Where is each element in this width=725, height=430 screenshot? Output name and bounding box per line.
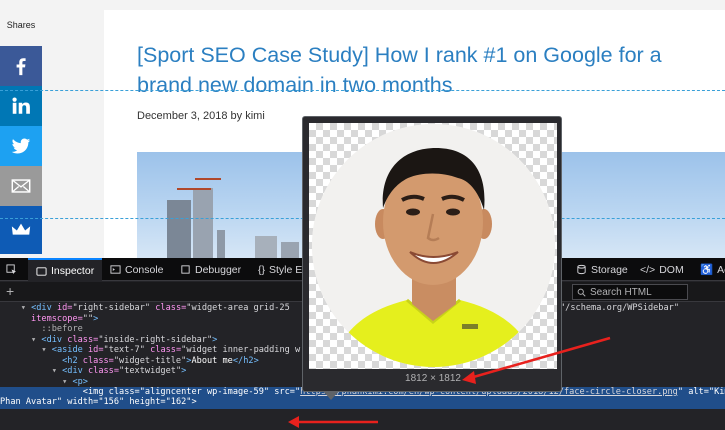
facebook-share-button[interactable]	[0, 46, 42, 86]
tab-debugger-label: Debugger	[195, 263, 242, 276]
console-icon	[110, 265, 121, 274]
tab-dom[interactable]: </> DOM	[640, 258, 684, 281]
linkedin-share-button[interactable]	[0, 86, 42, 126]
tab-inspector-label: Inspector	[51, 265, 95, 277]
dom-icon: </>	[640, 263, 656, 276]
building-shape	[255, 236, 277, 258]
crane-shape	[177, 188, 211, 190]
building-shape	[193, 188, 213, 258]
post-meta: December 3, 2018 by kimi	[137, 110, 265, 122]
transparency-checkerboard	[309, 123, 557, 369]
accessibility-icon: ♿	[700, 264, 714, 276]
search-icon	[577, 288, 586, 297]
building-shape	[281, 242, 299, 258]
linkedin-icon	[12, 97, 30, 114]
inspector-icon	[36, 266, 47, 276]
highlight-guide-line	[0, 90, 725, 91]
sumome-share-button[interactable]	[0, 206, 42, 254]
image-preview-tooltip: 1812 × 1812	[302, 116, 562, 392]
email-share-button[interactable]	[0, 166, 42, 206]
search-html-placeholder: Search HTML	[590, 286, 652, 298]
tab-console[interactable]: Console	[110, 258, 164, 281]
tab-storage[interactable]: Storage	[576, 258, 628, 281]
crane-shape	[195, 178, 221, 180]
shares-label: Shares	[6, 20, 36, 30]
tab-debugger[interactable]: Debugger	[180, 258, 241, 281]
screenshot-root: Shares [Sport SEO Case Study] How I rank…	[0, 0, 725, 430]
tooltip-arrow	[323, 391, 339, 400]
braces-icon: {}	[258, 263, 266, 276]
search-html-input[interactable]: Search HTML	[572, 284, 688, 300]
sumome-crown-icon	[11, 223, 31, 235]
tab-accessibility-label: Ac	[717, 263, 725, 276]
post-title-link[interactable]: [Sport SEO Case Study] How I rank #1 on …	[137, 40, 717, 100]
tab-dom-label: DOM	[659, 263, 684, 276]
twitter-share-button[interactable]	[0, 126, 42, 166]
image-dimensions-label: 1812 × 1812	[405, 373, 461, 384]
element-picker-icon	[6, 264, 17, 275]
tab-storage-label: Storage	[591, 263, 628, 276]
avatar-portrait	[312, 124, 555, 367]
tab-accessibility[interactable]: ♿ Ac	[700, 258, 725, 281]
twitter-icon	[11, 138, 31, 154]
email-icon	[11, 179, 31, 193]
tab-style-editor-label: Style E	[269, 263, 303, 276]
tab-console-label: Console	[125, 263, 164, 276]
facebook-icon	[16, 58, 26, 76]
tab-inspector[interactable]: Inspector	[28, 258, 103, 282]
element-picker-button[interactable]	[6, 258, 17, 281]
tab-style-editor[interactable]: {} Style E	[258, 258, 302, 281]
debugger-icon	[181, 265, 190, 274]
add-node-button[interactable]: +	[6, 283, 14, 299]
avatar-image	[312, 124, 555, 367]
building-shape	[167, 200, 191, 258]
building-shape	[217, 230, 225, 258]
storage-icon	[577, 264, 586, 275]
